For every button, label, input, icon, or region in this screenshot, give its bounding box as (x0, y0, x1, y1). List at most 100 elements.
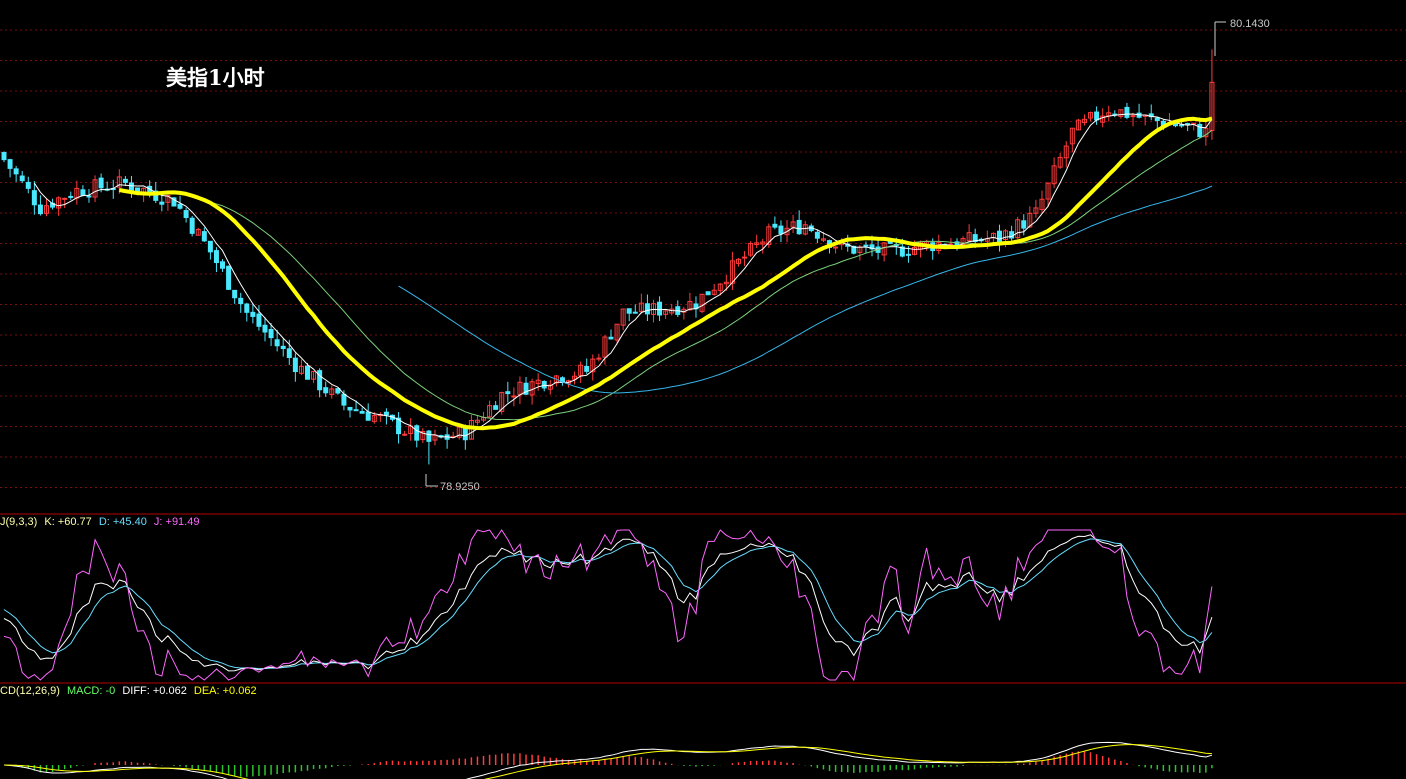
candle (1, 151, 7, 163)
candle (92, 175, 98, 203)
candle (232, 289, 238, 304)
candle (74, 180, 80, 205)
candle-body (511, 395, 517, 398)
candle (62, 197, 68, 209)
candle (535, 373, 541, 391)
candle (1088, 111, 1094, 122)
candle (1203, 118, 1209, 146)
candle (705, 291, 711, 296)
candle-body (250, 311, 256, 317)
candle-body (274, 339, 280, 347)
candle (778, 220, 784, 243)
candle (748, 241, 754, 257)
candle-body (31, 190, 37, 206)
candle-body (365, 411, 371, 421)
dea-value: DEA: +0.062 (194, 685, 257, 697)
candle-body (305, 365, 310, 380)
candle (1136, 103, 1142, 119)
candle (207, 240, 213, 260)
candle-body (814, 231, 820, 239)
candle (1039, 190, 1045, 213)
macd-panel (3, 741, 1213, 779)
candle (1142, 114, 1148, 126)
candle (675, 300, 681, 317)
candle-body (353, 409, 359, 412)
candle-body (402, 433, 408, 436)
candle (1033, 199, 1039, 218)
candle-body (462, 427, 468, 441)
candle (1009, 225, 1015, 242)
candle (402, 430, 408, 437)
candle (359, 407, 365, 414)
candle (183, 207, 189, 223)
candle (432, 429, 438, 446)
macd-legend: CD(12,26,9) MACD: -0 DIFF: +0.062 DEA: +… (0, 685, 257, 697)
candle (420, 428, 426, 444)
candle-body (584, 365, 590, 372)
candle (693, 296, 699, 318)
candle (572, 371, 578, 385)
candle (474, 415, 480, 426)
candle (311, 370, 317, 384)
candle (317, 368, 323, 398)
candle (159, 194, 165, 212)
candle (396, 412, 402, 444)
candle-body (632, 311, 638, 314)
candle (699, 293, 705, 314)
candle (195, 227, 201, 236)
candle (220, 259, 226, 272)
high-marker: 80.1430 (1214, 18, 1270, 56)
candle-body (1130, 115, 1136, 118)
candle (280, 338, 286, 357)
candle (1209, 49, 1215, 140)
candle (881, 241, 887, 262)
high-label: 80.1430 (1230, 18, 1270, 30)
candle (966, 224, 972, 242)
kdj-j-line (3, 529, 1213, 682)
candle (711, 283, 717, 296)
candle (487, 400, 493, 418)
candle (663, 309, 669, 319)
candle-body (1, 152, 7, 161)
candle-body (347, 406, 353, 411)
candle (128, 175, 134, 198)
candle (68, 191, 74, 200)
candle (578, 361, 584, 383)
candle (760, 238, 766, 254)
candle (201, 227, 207, 242)
candle (499, 391, 505, 415)
candle-body (183, 210, 189, 219)
macd-dea-line (3, 744, 1212, 779)
candle-body (863, 244, 869, 247)
candle (1124, 102, 1130, 120)
candle (644, 294, 650, 321)
candle (814, 229, 820, 244)
candle-body (742, 256, 748, 259)
candle-body (626, 308, 632, 314)
candle (408, 418, 414, 441)
candle (7, 158, 13, 178)
candle (189, 215, 195, 237)
candle (517, 376, 523, 405)
candle-body (256, 313, 262, 327)
candle-body (189, 217, 195, 234)
candle (238, 292, 244, 313)
candle-body (159, 201, 165, 205)
candle-body (122, 178, 128, 183)
low-marker: 78.9250 (425, 474, 480, 493)
candle-body (1179, 124, 1185, 127)
ma-main-line (118, 116, 1213, 431)
candle (1130, 112, 1136, 127)
diff-value: DIFF: +0.062 (122, 685, 187, 697)
candle-body (37, 204, 43, 215)
candle-body (232, 289, 238, 299)
candle-body (286, 348, 292, 358)
candle (754, 234, 760, 249)
candle (1185, 122, 1191, 132)
candle (1063, 141, 1069, 168)
macd-name: CD(12,26,9) (0, 685, 60, 697)
candle (505, 381, 511, 403)
candles (1, 49, 1215, 465)
macd-value: MACD: -0 (67, 685, 115, 697)
candle (213, 247, 219, 273)
